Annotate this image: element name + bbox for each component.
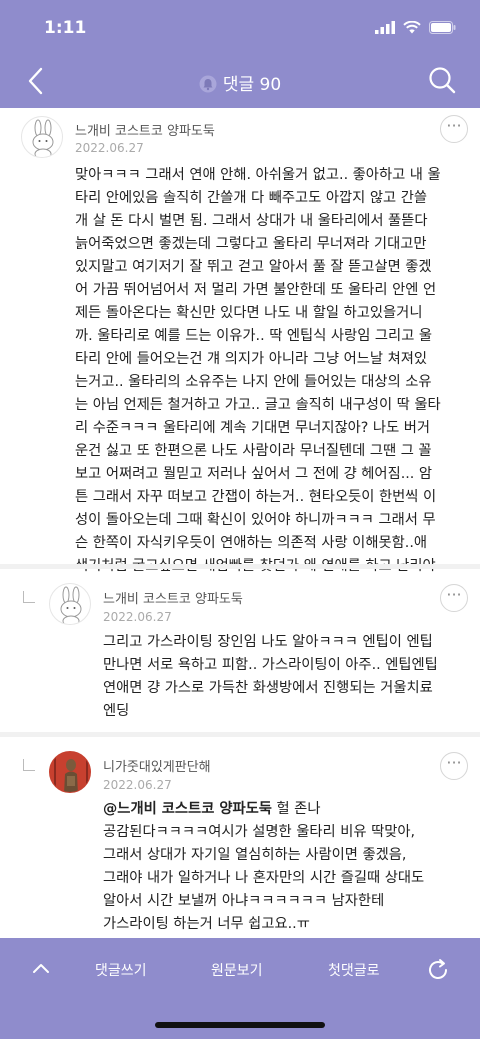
reply-indicator-icon — [23, 591, 35, 603]
comment-author[interactable]: 느개비 코스트코 양파도둑 — [75, 120, 215, 139]
page-title-wrap: 댓글 90 — [0, 70, 480, 95]
search-icon[interactable] — [428, 66, 456, 94]
status-icons — [375, 21, 456, 34]
more-options-button[interactable]: ··· — [440, 115, 468, 143]
comment-date: 2022.06.27 — [103, 778, 172, 792]
chevron-up-icon[interactable] — [32, 962, 50, 974]
top-header: 1:11 댓글 90 — [0, 0, 480, 108]
statue-avatar-icon — [50, 752, 90, 792]
bell-icon[interactable] — [199, 75, 217, 93]
comment-body: 공감된다ㅋㅋㅋㅋ여시가 설명한 울타리 비유 딱맞아, 그래서 상대가 자기일 … — [103, 824, 425, 932]
write-comment-button[interactable]: 댓글쓰기 — [95, 960, 147, 980]
avatar[interactable] — [49, 751, 91, 793]
comment-body-first-line: @느개비 코스트코 양파도둑 헐 존나 — [103, 798, 475, 821]
refresh-icon[interactable] — [426, 958, 450, 982]
comment-date: 2022.06.27 — [103, 610, 172, 624]
battery-icon — [429, 21, 456, 34]
divider — [0, 732, 480, 737]
avatar[interactable] — [49, 583, 91, 625]
view-original-button[interactable]: 원문보기 — [211, 960, 263, 980]
status-bar: 1:11 — [0, 18, 480, 42]
comment-author[interactable]: 느개비 코스트코 양파도둑 — [103, 588, 243, 607]
bunny-avatar-icon — [60, 586, 82, 624]
avatar[interactable] — [21, 116, 63, 158]
nav-bar: 댓글 90 — [0, 58, 480, 104]
bunny-avatar-icon — [32, 119, 54, 157]
status-time: 1:11 — [44, 18, 87, 38]
comment-author[interactable]: 니가줏대있게판단해 — [103, 756, 211, 775]
comment-body: 맞아ㅋㅋㅋ 그래서 연애 안해. 아쉬울거 없고.. 좋아하고 내 울 타리 안… — [75, 167, 441, 574]
comment-body: 그리고 가스라이팅 장인임 나도 알아ㅋㅋㅋ 엔팁이 엔팁 만나면 서로 욕하고… — [103, 634, 438, 719]
divider — [0, 564, 480, 569]
home-indicator[interactable] — [155, 1022, 325, 1028]
page-title: 댓글 90 — [222, 75, 282, 95]
reply-indicator-icon — [23, 759, 35, 771]
signal-icon — [375, 21, 395, 34]
more-options-button[interactable]: ··· — [440, 584, 468, 612]
wifi-icon — [403, 21, 421, 34]
mention-link[interactable]: @느개비 코스트코 양파도둑 — [103, 801, 272, 817]
first-comment-button[interactable]: 첫댓글로 — [328, 960, 380, 980]
comment-text-first: 헐 존나 — [271, 801, 321, 817]
more-options-button[interactable]: ··· — [440, 752, 468, 780]
comment-date: 2022.06.27 — [75, 141, 144, 155]
